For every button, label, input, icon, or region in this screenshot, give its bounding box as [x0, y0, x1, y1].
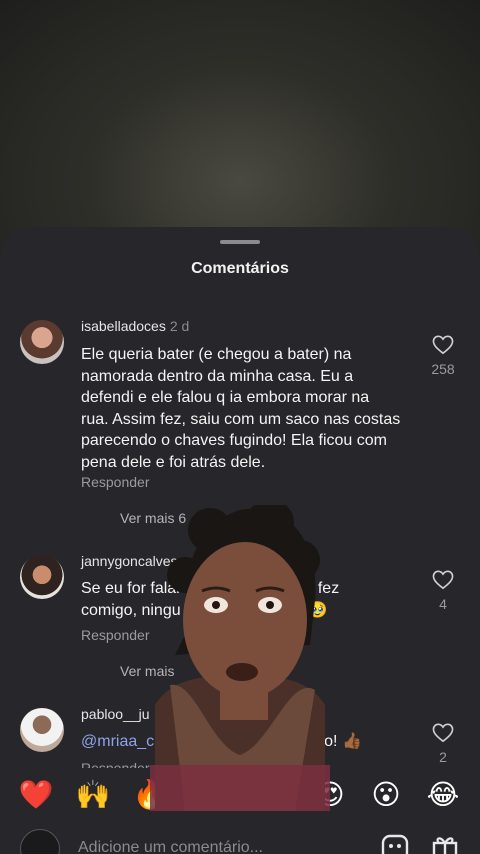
- sticker-icon: [381, 834, 409, 854]
- emoji-raised-hands[interactable]: 🙌: [73, 775, 113, 815]
- reply-button[interactable]: Responder: [81, 474, 150, 490]
- gift-button[interactable]: [430, 833, 460, 854]
- comment-text: Ele queria bater (e chegou a bater) na n…: [81, 346, 401, 471]
- user-mention[interactable]: @mriaa_c: [81, 733, 154, 750]
- reply-button[interactable]: Responder: [81, 627, 150, 643]
- reply-button[interactable]: Responder: [81, 760, 150, 768]
- like-count: 2: [439, 749, 447, 765]
- comment-age: 2 d: [169, 318, 190, 334]
- person-cutout: [150, 499, 330, 811]
- avatar[interactable]: [20, 320, 64, 364]
- like-count: 4: [439, 596, 447, 612]
- like-count: 258: [431, 361, 455, 377]
- heart-icon: [432, 570, 454, 590]
- heart-icon: [432, 335, 454, 355]
- like-button[interactable]: 258: [426, 335, 460, 377]
- sheet-title: Comentários: [191, 260, 289, 277]
- emoji-laugh[interactable]: 😂: [423, 775, 463, 815]
- avatar[interactable]: [20, 708, 64, 752]
- video-background: [0, 0, 480, 260]
- my-avatar: [20, 829, 60, 854]
- username-text: isabelladoces: [81, 318, 166, 334]
- drag-handle[interactable]: [220, 240, 260, 244]
- avatar[interactable]: [20, 555, 64, 599]
- gift-icon: [432, 837, 458, 854]
- emoji-heart[interactable]: ❤️: [16, 775, 56, 815]
- heart-icon: [432, 723, 454, 743]
- person-overlay-image: [150, 499, 330, 811]
- like-button[interactable]: 2: [426, 723, 460, 765]
- sticker-button[interactable]: [380, 833, 410, 854]
- emoji-wow[interactable]: 😮: [366, 775, 406, 815]
- comment-input[interactable]: Adicione um comentário...: [78, 839, 263, 854]
- comment-input-bar: Adicione um comentário...: [0, 821, 480, 854]
- like-button[interactable]: 4: [426, 570, 460, 612]
- comment-username[interactable]: isabelladoces 2 d: [81, 318, 189, 334]
- comment-username[interactable]: pabloo__ju: [81, 706, 150, 722]
